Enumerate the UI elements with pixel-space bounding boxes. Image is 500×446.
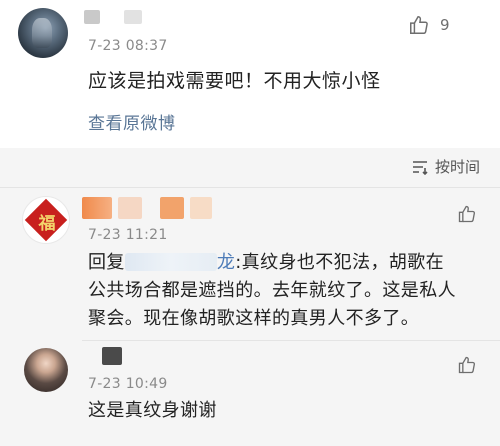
view-original-link[interactable]: 查看原微博 [88,109,176,134]
like-button[interactable]: 9 [408,14,450,36]
reply-like-button[interactable] [457,355,477,375]
reply-avatar[interactable] [24,348,68,392]
comment-time: 7-23 08:37 [88,38,168,54]
mention-tail[interactable]: 龙 [217,252,235,273]
username-redacted [102,347,122,365]
reply-text: 这是真纹身谢谢 [88,400,217,421]
commenter-avatar[interactable] [18,8,68,58]
thumbs-up-icon [458,205,476,223]
username-redacted [118,197,142,219]
sort-label: 按时间 [434,158,480,176]
username-redacted [124,10,142,24]
username-redacted [160,197,184,219]
mention-redacted[interactable] [124,253,217,271]
sort-by-time-button[interactable]: 按时间 [411,156,480,177]
username-redacted [190,197,212,219]
reply-like-button[interactable] [457,204,477,224]
reply-line-1: 回复 龙:真纹身也不犯法，胡歌在 [88,249,488,277]
reply-text: 回复 龙:真纹身也不犯法，胡歌在 公共场合都是遮挡的。去年就纹了。这是私人 聚会。… [88,249,488,333]
thumbs-up-icon [458,356,476,374]
divider [82,340,500,341]
username-redacted [82,197,112,219]
reply-time: 7-23 11:21 [88,227,168,243]
reply-line-3: 聚会。现在像胡歌这样的真男人不多了。 [88,308,420,329]
divider [0,187,500,188]
reply-prefix: 回复 [88,252,125,273]
thumbs-up-icon [410,16,428,34]
comment-text: 应该是拍戏需要吧！不用大惊小怪 [88,70,381,92]
reply-avatar[interactable]: 福 [22,196,70,244]
fu-character: 福 [38,213,56,234]
reply-time: 7-23 10:49 [88,376,168,392]
reply-line-2: 公共场合都是遮挡的。去年就纹了。这是私人 [88,280,456,301]
username-redacted [84,10,100,24]
sort-lines-icon [412,160,428,175]
reply-line-1-text: :真纹身也不犯法，胡歌在 [235,252,445,273]
like-count: 9 [440,16,450,34]
